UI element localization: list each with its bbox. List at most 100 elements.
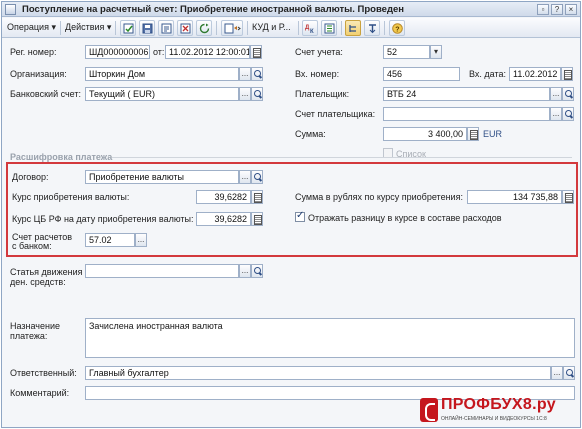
post-and-close-icon[interactable] bbox=[120, 20, 136, 36]
responsible-field[interactable]: Главный бухгалтер bbox=[85, 366, 551, 380]
rub-sum-field[interactable]: 134 735,88 bbox=[467, 190, 562, 204]
bank-settlement-label-line2: с банком: bbox=[12, 241, 52, 251]
organization-open-icon[interactable] bbox=[251, 67, 263, 81]
cbr-rate-label: Курс ЦБ РФ на дату приобретения валюты: bbox=[12, 214, 194, 224]
amount-label: Сумма: bbox=[295, 129, 326, 139]
operation-menu[interactable]: Операция ▾ bbox=[7, 22, 56, 33]
account-field[interactable]: 52 bbox=[383, 45, 430, 59]
toolbar-separator bbox=[247, 21, 248, 35]
cashflow-field[interactable] bbox=[85, 264, 239, 278]
toolbar-separator bbox=[298, 21, 299, 35]
section-divider bbox=[112, 157, 572, 158]
cashflow-label-line2: ден. средств: bbox=[10, 277, 66, 287]
toolbar-separator bbox=[216, 21, 217, 35]
account-label: Счет учета: bbox=[295, 47, 343, 57]
calendar-button[interactable] bbox=[250, 45, 262, 59]
decoding-section-title: Расшифровка платежа bbox=[10, 152, 113, 162]
cashflow-label-line1: Статья движения bbox=[10, 267, 83, 277]
in-date-label: Вх. дата: bbox=[469, 69, 506, 79]
organization-label: Организация: bbox=[10, 69, 67, 79]
in-date-calendar-button[interactable] bbox=[561, 67, 573, 81]
actions-menu[interactable]: Действия ▾ bbox=[65, 22, 111, 33]
cbr-rate-calculator-button[interactable] bbox=[251, 212, 263, 226]
hierarchy-icon[interactable] bbox=[345, 20, 361, 36]
purpose-label-line2: платежа: bbox=[10, 331, 48, 341]
amount-field[interactable]: 3 400,00 bbox=[383, 127, 467, 141]
payer-account-open-icon[interactable] bbox=[562, 107, 574, 121]
currency-label: EUR bbox=[483, 129, 503, 139]
go-to-icon[interactable] bbox=[221, 20, 243, 36]
bank-account-field[interactable]: Текущий ( EUR) bbox=[85, 87, 239, 101]
contract-field[interactable]: Приобретение валюты bbox=[85, 170, 239, 184]
title-bar: Поступление на расчетный счет: Приобрете… bbox=[2, 2, 580, 17]
purpose-label-line1: Назначение bbox=[10, 321, 61, 331]
close-button[interactable]: × bbox=[565, 4, 577, 15]
account-dropdown-icon[interactable]: ▾ bbox=[430, 45, 442, 59]
rate-field[interactable]: 39,6282 bbox=[196, 190, 251, 204]
contract-select-button[interactable]: ... bbox=[239, 170, 251, 184]
logo-tagline: ОНЛАЙН-СЕМИНАРЫ И ВИДЕОКУРСЫ 1С:8 bbox=[441, 416, 547, 422]
payer-field[interactable]: ВТБ 24 bbox=[383, 87, 550, 101]
document-icon bbox=[5, 4, 16, 15]
help-button[interactable]: ? bbox=[551, 4, 563, 15]
bank-settlement-field[interactable]: 57.02 bbox=[85, 233, 135, 247]
responsible-open-icon[interactable] bbox=[563, 366, 575, 380]
reg-number-field[interactable]: ШД000000006 bbox=[85, 45, 150, 59]
logo-mark-icon bbox=[420, 398, 438, 422]
payer-account-select-button[interactable]: ... bbox=[550, 107, 562, 121]
postings-icon[interactable]: ДК bbox=[302, 20, 318, 36]
contract-open-icon[interactable] bbox=[251, 170, 263, 184]
bank-settlement-select-button[interactable]: ... bbox=[135, 233, 147, 247]
in-number-label: Вх. номер: bbox=[295, 69, 340, 79]
cashflow-select-button[interactable]: ... bbox=[239, 264, 251, 278]
svg-text:К: К bbox=[310, 29, 314, 34]
in-number-field[interactable]: 456 bbox=[383, 67, 460, 81]
amount-calculator-button[interactable] bbox=[467, 127, 479, 141]
toolbar-separator bbox=[115, 21, 116, 35]
organization-select-button[interactable]: ... bbox=[239, 67, 251, 81]
bank-account-open-icon[interactable] bbox=[251, 87, 263, 101]
comment-label: Комментарий: bbox=[10, 388, 70, 398]
payer-account-field[interactable] bbox=[383, 107, 550, 121]
toolbar-separator bbox=[341, 21, 342, 35]
rate-difference-label: Отражать разницу в курсе в составе расхо… bbox=[308, 213, 502, 223]
date-field[interactable]: 11.02.2012 12:00:01 bbox=[165, 45, 250, 59]
payer-open-icon[interactable] bbox=[562, 87, 574, 101]
cashflow-open-icon[interactable] bbox=[251, 264, 263, 278]
rate-difference-checkbox[interactable] bbox=[295, 210, 305, 222]
payer-select-button[interactable]: ... bbox=[550, 87, 562, 101]
payer-label: Плательщик: bbox=[295, 89, 350, 99]
subordinate-icon[interactable] bbox=[364, 20, 380, 36]
toolbar-separator bbox=[60, 21, 61, 35]
in-date-field[interactable]: 11.02.2012 bbox=[509, 67, 561, 81]
toolbar: Операция ▾ Действия ▾ КУД и Р... ДК ? bbox=[2, 18, 580, 38]
refresh-icon[interactable] bbox=[196, 20, 212, 36]
rub-sum-calculator-button[interactable] bbox=[562, 190, 574, 204]
rate-calculator-button[interactable] bbox=[251, 190, 263, 204]
svg-text:?: ? bbox=[395, 27, 399, 34]
reg-number-label: Рег. номер: bbox=[10, 47, 57, 57]
cbr-rate-field[interactable]: 39,6282 bbox=[196, 212, 251, 226]
contract-label: Договор: bbox=[12, 172, 49, 182]
help-icon[interactable]: ? bbox=[389, 20, 405, 36]
unpost-icon[interactable] bbox=[177, 20, 193, 36]
rub-sum-label: Сумма в рублях по курсу приобретения: bbox=[295, 192, 463, 202]
purpose-textarea[interactable]: Зачислена иностранная валюта bbox=[85, 318, 575, 358]
document-window: Поступление на расчетный счет: Приобрете… bbox=[1, 1, 581, 428]
payer-account-label: Счет плательщика: bbox=[295, 109, 376, 119]
responsible-label: Ответственный: bbox=[10, 368, 77, 378]
responsible-select-button[interactable]: ... bbox=[551, 366, 563, 380]
restore-button[interactable]: ▫ bbox=[537, 4, 549, 15]
window-title: Поступление на расчетный счет: Приобрете… bbox=[22, 4, 405, 15]
bank-account-label: Банковский счет: bbox=[10, 89, 82, 99]
save-icon[interactable] bbox=[139, 20, 155, 36]
toolbar-separator bbox=[384, 21, 385, 35]
structure-icon[interactable] bbox=[321, 20, 337, 36]
date-from-label: от: bbox=[153, 47, 165, 57]
post-icon[interactable] bbox=[158, 20, 174, 36]
bank-account-select-button[interactable]: ... bbox=[239, 87, 251, 101]
rate-label: Курс приобретения валюты: bbox=[12, 192, 130, 202]
logo-name: ПРОФБУХ8.ру bbox=[441, 396, 556, 413]
organization-field[interactable]: Шторкин Дом bbox=[85, 67, 239, 81]
kud-report-menu[interactable]: КУД и Р... bbox=[252, 22, 291, 32]
